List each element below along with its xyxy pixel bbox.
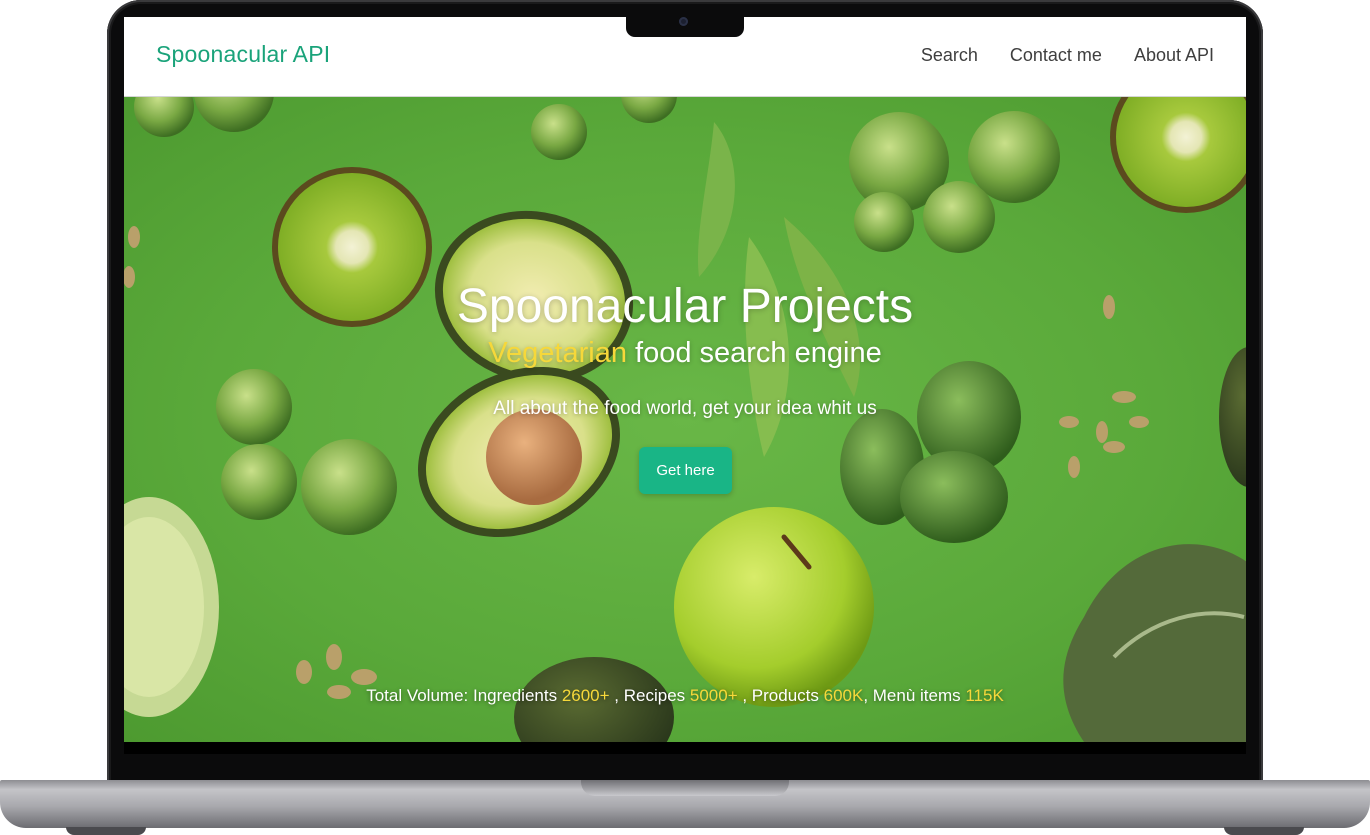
nav-link-search[interactable]: Search: [921, 45, 978, 66]
stats-products-label: , Products: [737, 686, 824, 705]
hero-description: All about the food world, get your idea …: [493, 398, 877, 419]
stats-products: 600K: [823, 686, 864, 705]
stats-ingredients: 2600+: [561, 686, 610, 705]
stats-recipes-label: , Recipes: [609, 686, 690, 705]
hero-section: Spoonacular Projects Vegetarian food sea…: [124, 97, 1246, 742]
laptop-foot-right: [1224, 827, 1304, 835]
hero-title: Spoonacular Projects: [456, 280, 914, 333]
nav-links: Search Contact me About API: [921, 45, 1214, 66]
stats-line: Total Volume: Ingredients 2600+ , Recipe…: [124, 686, 1246, 706]
nav-link-about[interactable]: About API: [1134, 45, 1214, 66]
stats-menu-label: , Menù items: [863, 686, 966, 705]
hero-subtitle-highlight: Vegetarian: [488, 337, 627, 369]
get-here-button[interactable]: Get here: [639, 447, 732, 494]
laptop-screen: Spoonacular API Search Contact me About …: [124, 17, 1246, 742]
camera-notch: [626, 17, 744, 37]
brand-logo-text[interactable]: Spoonacular API: [156, 41, 330, 68]
stats-recipes: 5000+: [689, 686, 738, 705]
stats-prefix: Total Volume: Ingredients: [366, 686, 562, 705]
screen-bezel-bottom: [124, 742, 1246, 754]
nav-link-contact[interactable]: Contact me: [1010, 45, 1102, 66]
hero-subtitle: Vegetarian food search engine: [124, 337, 1246, 370]
laptop-lid-groove: [581, 780, 789, 796]
camera-icon: [679, 17, 688, 26]
laptop-foot-left: [66, 827, 146, 835]
hero-subtitle-rest: food search engine: [626, 337, 882, 369]
stats-menu-items: 115K: [965, 686, 1004, 705]
